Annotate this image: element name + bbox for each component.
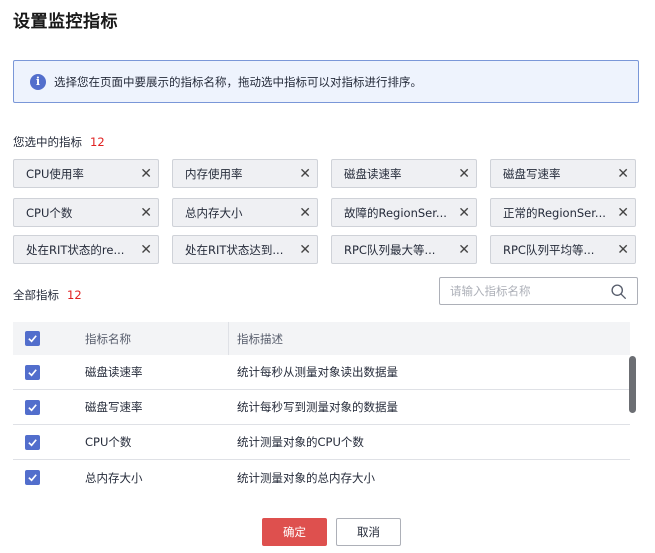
metric-chip[interactable]: 正常的RegionSer... ✕ [490,198,636,227]
column-header-desc[interactable]: 指标描述 [237,331,283,347]
metric-chip[interactable]: 处在RIT状态的re... ✕ [13,235,159,264]
check-icon [28,438,37,446]
remove-icon[interactable]: ✕ [299,206,311,220]
row-checkbox[interactable] [25,364,40,380]
metric-name: 总内存大小 [85,470,143,485]
table-row[interactable]: 磁盘写速率 统计每秒写到测量对象的数据量 [13,390,630,425]
dialog-title: 设置监控指标 [13,12,118,32]
metric-chip[interactable]: CPU使用率 ✕ [13,159,159,188]
info-icon: i [30,73,46,90]
table-row[interactable]: 磁盘读速率 统计每秒从测量对象读出数据量 [13,355,630,390]
metric-chip[interactable]: 总内存大小 ✕ [172,198,318,227]
metric-search-box[interactable] [439,277,638,305]
remove-icon[interactable]: ✕ [458,206,470,220]
search-icon[interactable] [610,283,627,300]
metric-desc: 统计测量对象的总内存大小 [237,470,375,485]
chip-label: 处在RIT状态的re... [26,242,125,257]
table-row[interactable]: CPU个数 统计测量对象的CPU个数 [13,425,630,460]
metric-name: 磁盘写速率 [85,400,143,414]
cancel-button[interactable]: 取消 [336,518,401,546]
remove-icon[interactable]: ✕ [617,167,629,181]
chip-label: 故障的RegionSer... [344,205,447,220]
check-icon [28,368,37,376]
chip-label: CPU使用率 [26,166,84,181]
remove-icon[interactable]: ✕ [617,206,629,220]
row-checkbox[interactable] [25,399,40,415]
metric-desc: 统计每秒从测量对象读出数据量 [237,365,398,379]
chip-label: 磁盘读速率 [344,166,402,181]
table-row[interactable]: 总内存大小 统计测量对象的总内存大小 [13,460,630,495]
chip-label: 正常的RegionSer... [503,205,606,220]
row-checkbox[interactable] [25,434,40,450]
metric-chip[interactable]: 内存使用率 ✕ [172,159,318,188]
row-checkbox[interactable] [25,470,40,485]
info-text: 选择您在页面中要展示的指标名称，拖动选中指标可以对指标进行排序。 [54,74,422,89]
chip-label: RPC队列平均等... [503,242,595,257]
selected-metrics-title: 您选中的指标 [13,135,82,149]
check-icon [28,403,37,411]
chip-label: CPU个数 [26,205,73,220]
chip-label: 处在RIT状态达到... [185,242,284,257]
remove-icon[interactable]: ✕ [458,243,470,257]
remove-icon[interactable]: ✕ [299,167,311,181]
remove-icon[interactable]: ✕ [458,167,470,181]
select-all-checkbox[interactable] [25,331,40,346]
monitor-settings-dialog: 设置监控指标 ˊ i 选择您在页面中要展示的指标名称，拖动选中指标可以对指标进行… [0,0,655,553]
chip-label: 磁盘写速率 [503,166,561,181]
info-banner: i 选择您在页面中要展示的指标名称，拖动选中指标可以对指标进行排序。 [13,60,639,103]
all-metrics-count: 12 [67,288,82,302]
metric-name: CPU个数 [85,435,132,449]
remove-icon[interactable]: ✕ [617,243,629,257]
metric-chip[interactable]: RPC队列最大等... ✕ [331,235,477,264]
chip-label: 总内存大小 [185,205,243,220]
metrics-table: 指标名称 指标描述 磁盘读速率 统计每秒从测量对象读出数据量 磁盘写速率 统计每… [13,322,630,495]
selected-metrics-count: 12 [90,135,105,149]
all-metrics-title: 全部指标 [13,288,59,302]
column-header-name[interactable]: 指标名称 [85,331,131,347]
metric-chip[interactable]: 磁盘读速率 ✕ [331,159,477,188]
selected-metrics-label: 您选中的指标 12 [13,134,105,150]
metric-chip[interactable]: CPU个数 ✕ [13,198,159,227]
table-header: 指标名称 指标描述 [13,322,630,355]
metric-chip[interactable]: 磁盘写速率 ✕ [490,159,636,188]
table-scrollbar[interactable] [629,356,636,413]
metric-chip[interactable]: 处在RIT状态达到... ✕ [172,235,318,264]
remove-icon[interactable]: ✕ [140,206,152,220]
close-icon[interactable]: ˊ [645,0,652,10]
check-icon [28,335,37,343]
metric-chip[interactable]: 故障的RegionSer... ✕ [331,198,477,227]
remove-icon[interactable]: ✕ [140,167,152,181]
confirm-button[interactable]: 确定 [262,518,327,546]
check-icon [28,474,37,482]
chip-label: 内存使用率 [185,166,243,181]
search-input[interactable] [450,284,610,298]
remove-icon[interactable]: ✕ [299,243,311,257]
metric-chip[interactable]: RPC队列平均等... ✕ [490,235,636,264]
chip-label: RPC队列最大等... [344,242,436,257]
column-divider [228,322,229,355]
metric-desc: 统计测量对象的CPU个数 [237,435,364,449]
metric-name: 磁盘读速率 [85,365,143,379]
all-metrics-label: 全部指标 12 [13,287,82,303]
remove-icon[interactable]: ✕ [140,243,152,257]
metric-desc: 统计每秒写到测量对象的数据量 [237,400,398,414]
